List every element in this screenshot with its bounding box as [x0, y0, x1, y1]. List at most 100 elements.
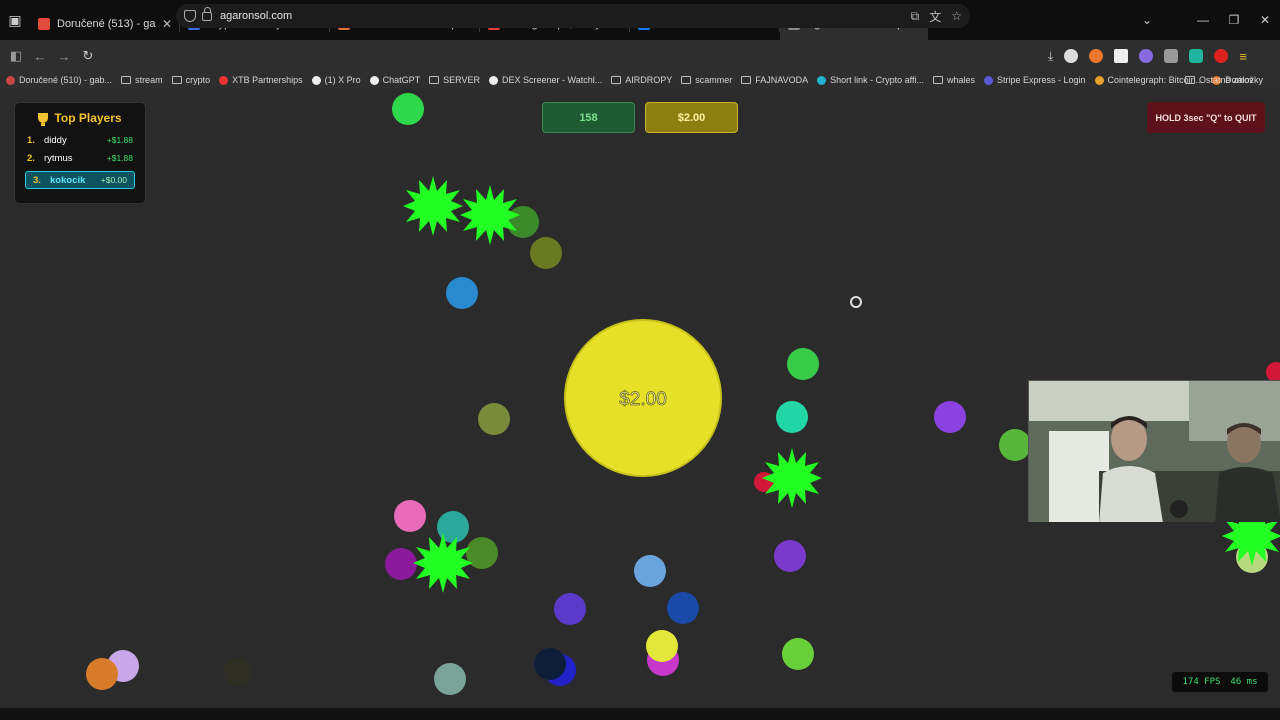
translate-icon[interactable]: 文 — [929, 8, 941, 25]
bookmark-item[interactable]: whales — [932, 75, 975, 85]
bookmark-item[interactable]: XTB Partnerships — [219, 75, 303, 85]
food-pellet — [667, 592, 699, 624]
leaderboard-value: +$0.00 — [100, 175, 127, 185]
browser-tab[interactable]: Doručené (513) - gabo.kopcek@ ✕ — [30, 8, 180, 40]
url-text: agaronsol.com — [220, 10, 293, 22]
bookmark-icon — [611, 76, 622, 84]
bookmark-label: crypto — [185, 75, 211, 85]
food-pellet — [530, 237, 562, 269]
bookmark-icon — [741, 76, 752, 84]
screenshot-icon[interactable]: ⧉ — [911, 9, 920, 24]
food-pellet — [507, 206, 539, 238]
food-pellet — [466, 537, 498, 569]
leaderboard-value: +$1.88 — [106, 135, 133, 145]
food-pellet — [392, 93, 424, 125]
virus — [460, 185, 520, 245]
phantom-icon[interactable] — [1139, 49, 1154, 63]
quit-hint-button[interactable]: HOLD 3sec "Q" to QUIT — [1147, 102, 1265, 133]
record-extension-icon[interactable] — [1214, 49, 1229, 63]
game-canvas[interactable]: $2.00 Top Players 1. diddy +$1.88 2. rytmus +… — [0, 88, 1280, 708]
download-icon[interactable]: ⤓ — [1048, 49, 1053, 64]
food-pellet — [787, 348, 819, 380]
bookmark-label: SERVER — [443, 75, 481, 85]
leaderboard-rank: 2. — [27, 152, 35, 164]
lock-icon[interactable] — [202, 6, 212, 21]
player-cell: $2.00 — [564, 319, 722, 477]
taskbar-strip — [0, 708, 1280, 720]
shield-icon[interactable] — [184, 10, 196, 22]
bookmark-icon — [369, 75, 379, 85]
bookmark-icon — [984, 75, 993, 85]
profile-extension-icon[interactable] — [1064, 49, 1079, 63]
tab-close-icon[interactable]: ✕ — [162, 17, 172, 31]
m-extension-icon[interactable] — [1114, 49, 1129, 63]
bookmark-item[interactable]: scammer — [681, 75, 732, 85]
close-window-button[interactable]: ✕ — [1250, 0, 1280, 40]
bookmark-item[interactable]: Short link - Crypto affi... — [817, 75, 924, 85]
webcam-image — [1029, 381, 1280, 522]
bookmark-item[interactable]: DEX Screener - Watchl... — [489, 75, 602, 85]
food-pellet — [478, 403, 510, 435]
url-field[interactable]: agaronsol.com ⧉ 文 ☆ — [176, 4, 970, 28]
bookmark-icon — [932, 76, 943, 84]
bookmark-item[interactable]: Stripe Express - Login — [984, 75, 1086, 85]
food-pellet — [446, 277, 478, 309]
sidebar-icon[interactable]: ◧ — [4, 44, 28, 68]
bookmark-item[interactable]: stream — [121, 75, 163, 85]
food-pellet — [1266, 362, 1280, 382]
bookmark-other-folder[interactable]: Ostatné záložky — [1184, 72, 1263, 88]
food-pellet — [774, 540, 806, 572]
leaderboard-row: 3. kokocik +$0.00 — [25, 171, 135, 189]
tab-favicon-icon — [38, 18, 50, 30]
minimize-button[interactable]: — — [1188, 0, 1218, 40]
bookmark-item[interactable]: ChatGPT — [369, 75, 420, 85]
bookmark-item[interactable]: crypto — [171, 75, 211, 85]
bookmark-item[interactable]: (1) X Pro — [311, 75, 361, 85]
food-pellet — [554, 593, 586, 625]
bookmark-item[interactable]: AIRDROPY — [611, 75, 672, 85]
food-pellet — [534, 648, 566, 680]
fps-value: 174 FPS — [1182, 677, 1221, 687]
food-pellet — [646, 630, 678, 662]
food-pellet — [776, 401, 808, 433]
bookmarks-bar: Doručené (510) - gab... stream crypto XTB P… — [0, 72, 1280, 88]
restore-button[interactable]: ❐ — [1219, 0, 1249, 40]
bookmark-icon — [817, 75, 827, 85]
wallet-extension-icon[interactable] — [1189, 49, 1204, 63]
leaderboard-row: 1. diddy +$1.88 — [25, 131, 135, 149]
bookmark-icon — [121, 76, 132, 84]
food-pellet — [434, 663, 466, 695]
reload-button[interactable]: ↻ — [76, 44, 100, 68]
score-pill: 158 — [542, 102, 635, 133]
bookmark-item[interactable]: FAJNAVODA — [741, 75, 808, 85]
extensions-puzzle-icon[interactable] — [1164, 49, 1179, 63]
forward-button[interactable]: → — [52, 44, 76, 68]
food-pellet — [86, 658, 118, 690]
food-pellet — [934, 401, 966, 433]
food-pellet — [224, 658, 252, 686]
bookmark-label: FAJNAVODA — [755, 75, 809, 85]
tab-search-icon[interactable]: ⌄ — [1132, 0, 1162, 40]
tab-actions-icon[interactable]: ▣ — [0, 0, 30, 40]
bookmark-icon — [6, 75, 15, 85]
ping-value: 46 ms — [1230, 677, 1258, 687]
food-pellet — [394, 500, 426, 532]
bookmark-label: DEX Screener - Watchl... — [502, 75, 603, 85]
bookmark-icon — [489, 75, 499, 85]
metamask-icon[interactable] — [1089, 49, 1104, 63]
bookmark-label: XTB Partnerships — [232, 75, 303, 85]
bookmark-item[interactable]: Doručené (510) - gab... — [6, 75, 112, 85]
leaderboard-name: rytmus — [44, 152, 73, 164]
back-button[interactable]: ← — [28, 44, 52, 68]
money-pill: $2.00 — [645, 102, 738, 133]
bookmark-label: AIRDROPY — [625, 75, 673, 85]
menu-icon[interactable]: ≡ — [1239, 49, 1247, 64]
food-pellet — [634, 555, 666, 587]
bookmark-star-icon[interactable]: ☆ — [951, 9, 962, 23]
webcam-overlay — [1028, 380, 1280, 522]
virus — [762, 448, 822, 508]
bookmark-label: Doručené (510) - gab... — [19, 75, 113, 85]
food-pellet — [999, 429, 1031, 461]
bookmark-item[interactable]: SERVER — [429, 75, 480, 85]
mouse-cursor-icon — [850, 296, 862, 308]
